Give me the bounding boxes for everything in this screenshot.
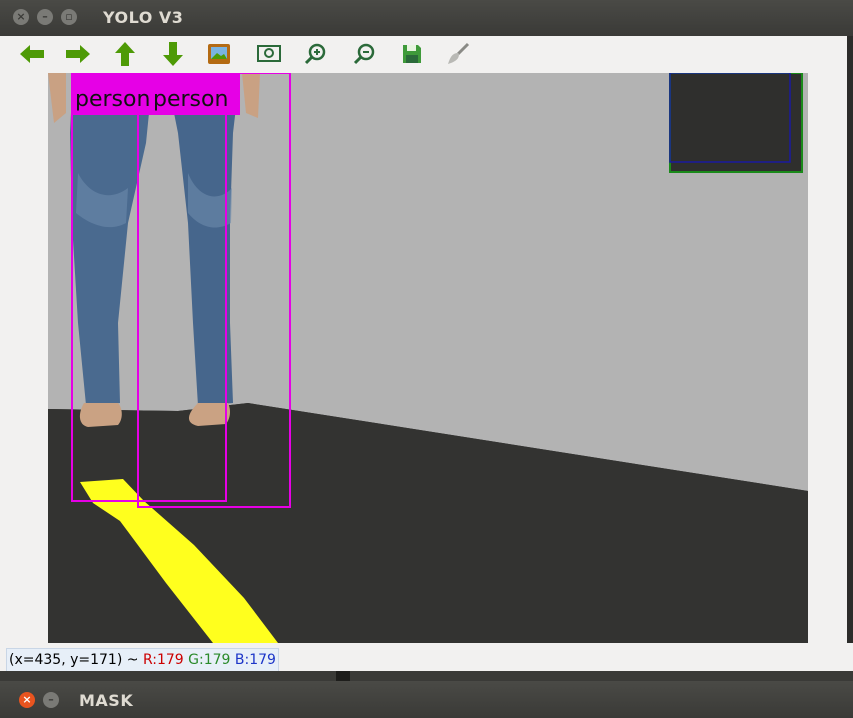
red-value: R:179 — [142, 652, 184, 668]
minimize-icon[interactable]: – — [37, 9, 53, 25]
arrow-down-icon — [163, 42, 183, 66]
zoom-in-button[interactable] — [301, 40, 331, 68]
mask-object — [669, 73, 803, 173]
green-value: G:179 — [188, 652, 231, 668]
pan-up-button[interactable] — [110, 40, 140, 68]
maximize-icon[interactable]: ▫ — [61, 9, 77, 25]
statusbar: (x=435, y=171) ~ R:179 G:179 B:179 — [0, 643, 853, 672]
arrow-up-icon — [115, 42, 135, 66]
zoom-in-icon — [304, 43, 326, 65]
pan-left-button[interactable] — [17, 40, 47, 68]
save-icon — [403, 45, 421, 63]
left-foot — [79, 403, 122, 427]
detection-label-1: person — [75, 87, 150, 112]
close-icon[interactable]: × — [13, 9, 29, 25]
scrollbar-thumb[interactable] — [336, 671, 350, 681]
pan-down-button[interactable] — [158, 40, 188, 68]
detection-label-2: person — [153, 87, 228, 112]
mask-window-titlebar[interactable]: × – MASK — [0, 681, 853, 718]
cursor-coords: (x=435, y=171) ~ — [9, 652, 143, 668]
blue-value: B:179 — [234, 652, 276, 668]
close-icon[interactable]: × — [19, 692, 35, 708]
zoom-out-icon — [353, 43, 375, 65]
arrow-left-icon — [20, 45, 44, 63]
mask-window-title: MASK — [79, 691, 134, 710]
arrow-right-icon — [66, 45, 90, 63]
brush-icon — [448, 42, 470, 64]
zoom-out-button[interactable] — [350, 40, 380, 68]
image-view-button[interactable] — [204, 40, 234, 68]
minimize-icon[interactable]: – — [43, 692, 59, 708]
toolbar — [0, 36, 853, 72]
save-button[interactable] — [397, 40, 427, 68]
window-titlebar[interactable]: × – ▫ YOLO V3 — [0, 0, 853, 36]
image-icon — [208, 44, 230, 64]
scene-image: person person — [48, 73, 808, 643]
window-edge — [847, 36, 853, 671]
pixel-info: (x=435, y=171) ~ R:179 G:179 B:179 — [6, 648, 279, 672]
pan-right-button[interactable] — [63, 40, 93, 68]
properties-button[interactable] — [443, 40, 473, 68]
image-canvas[interactable]: person person — [48, 73, 808, 643]
zoom-fit-icon — [257, 45, 281, 62]
horizontal-scrollbar[interactable] — [0, 671, 853, 681]
window-title: YOLO V3 — [103, 8, 184, 27]
zoom-fit-button[interactable] — [254, 40, 284, 68]
right-foot — [188, 403, 230, 426]
